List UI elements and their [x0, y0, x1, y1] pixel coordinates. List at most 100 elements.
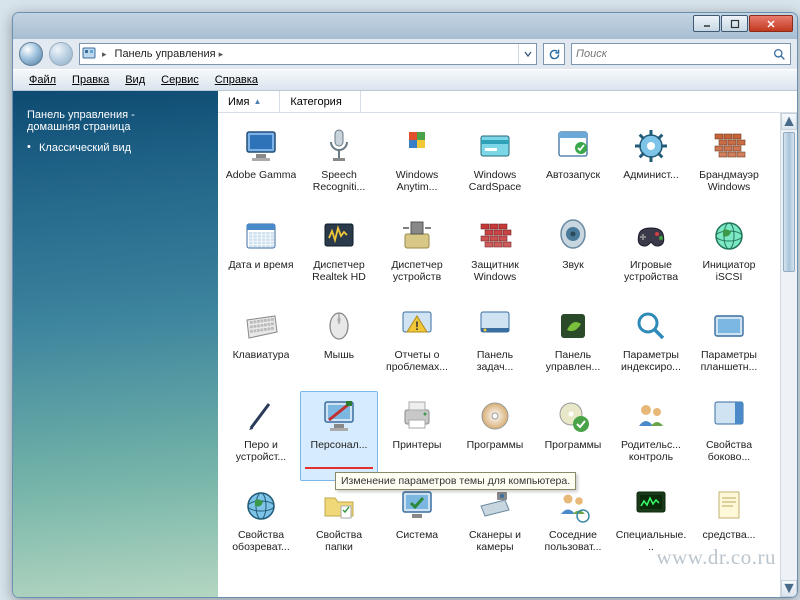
- cp-item-mouse[interactable]: Мышь: [300, 301, 378, 391]
- item-label: Родительс... контроль: [615, 439, 687, 463]
- menu-help[interactable]: Справка: [207, 72, 266, 88]
- cp-item-parental[interactable]: Родительс... контроль: [612, 391, 690, 481]
- cp-item-browser-props[interactable]: Свойства обозреват...: [222, 481, 300, 571]
- close-button[interactable]: [749, 15, 793, 32]
- cp-item-adobe-gamma[interactable]: Adobe Gamma: [222, 121, 300, 211]
- cp-item-scanners[interactable]: Сканеры и камеры: [456, 481, 534, 571]
- breadcrumb-label: Панель управления: [115, 48, 216, 60]
- sidebar-item[interactable]: Классический вид: [27, 139, 206, 157]
- content-area: Панель управления - домашняя страница Кл…: [13, 91, 797, 597]
- item-label: Автозапуск: [546, 169, 600, 181]
- item-label: Соседние пользоват...: [537, 529, 609, 553]
- sidebar-header-line1: Панель управления -: [27, 109, 206, 121]
- cp-item-date-time[interactable]: Дата и время: [222, 211, 300, 301]
- cp-item-admin[interactable]: Специальные...: [612, 481, 690, 571]
- column-category-label: Категория: [290, 96, 341, 108]
- date-time-icon: [241, 216, 281, 256]
- menu-service[interactable]: Сервис: [153, 72, 207, 88]
- cp-item-windows-anytime[interactable]: Windows Anytim...: [378, 121, 456, 211]
- minimize-button[interactable]: [693, 15, 720, 32]
- column-name[interactable]: Имя ▲: [218, 91, 280, 112]
- item-label: Сканеры и камеры: [459, 529, 531, 553]
- tooltip: Изменение параметров темы для компьютера…: [335, 472, 576, 490]
- menubar: Файл Правка Вид Сервис Справка: [13, 69, 797, 91]
- sidebar-header-line2: домашняя страница: [27, 121, 206, 133]
- firewall-icon: [709, 126, 749, 166]
- highlight-underline: [305, 467, 373, 469]
- cp-item-personalization[interactable]: Персонал...: [300, 391, 378, 481]
- windows-anytime-icon: [397, 126, 437, 166]
- search-icon: [768, 48, 790, 61]
- chevron-right-icon: ▸: [219, 49, 224, 60]
- cp-item-default-programs[interactable]: Программы: [534, 391, 612, 481]
- browser-props-icon: [241, 486, 281, 526]
- search-box[interactable]: [571, 43, 791, 65]
- address-bar[interactable]: ▸ Панель управления ▸: [79, 43, 537, 65]
- item-label: Windows CardSpace: [459, 169, 531, 193]
- breadcrumb-control-panel[interactable]: Панель управления ▸: [111, 44, 228, 64]
- scroll-up-button[interactable]: ▲: [781, 113, 797, 130]
- cp-item-printers[interactable]: Принтеры: [378, 391, 456, 481]
- item-label: Свойства обозреват...: [225, 529, 297, 553]
- item-label: Перо и устройст...: [225, 439, 297, 463]
- refresh-button[interactable]: [543, 43, 565, 65]
- breadcrumb-root[interactable]: ▸: [98, 44, 111, 64]
- cp-item-sound[interactable]: Звук: [534, 211, 612, 301]
- cp-item-keyboard[interactable]: Клавиатура: [222, 301, 300, 391]
- maximize-button[interactable]: [721, 15, 748, 32]
- cp-item-game-controllers[interactable]: Игровые устройства: [612, 211, 690, 301]
- item-label: Защитник Windows: [459, 259, 531, 283]
- menu-edit[interactable]: Правка: [64, 72, 117, 88]
- cp-item-problem-reports[interactable]: !Отчеты о проблемах...: [378, 301, 456, 391]
- column-category[interactable]: Категория: [280, 91, 360, 112]
- cp-item-defender[interactable]: Защитник Windows: [456, 211, 534, 301]
- control-panel-window: ▸ Панель управления ▸ Файл Правка Вид Се…: [12, 12, 798, 598]
- cp-item-nvidia-panel[interactable]: Панель управлен...: [534, 301, 612, 391]
- cp-item-iscsi[interactable]: Инициатор iSCSI: [690, 211, 768, 301]
- back-button[interactable]: [19, 42, 43, 66]
- cp-item-speech-recognition[interactable]: Speech Recogniti...: [300, 121, 378, 211]
- scroll-down-button[interactable]: ▼: [781, 580, 797, 597]
- control-panel-icon: [80, 47, 98, 61]
- cp-item-windows-cardspace[interactable]: Windows CardSpace: [456, 121, 534, 211]
- search-input[interactable]: [572, 48, 768, 60]
- forward-button[interactable]: [49, 42, 73, 66]
- menu-file[interactable]: Файл: [21, 72, 64, 88]
- item-label: Adobe Gamma: [226, 169, 297, 181]
- cp-item-admin-tools[interactable]: Админист...: [612, 121, 690, 211]
- cp-item-pen-input[interactable]: Перо и устройст...: [222, 391, 300, 481]
- chevron-right-icon: ▸: [102, 49, 107, 60]
- item-label: Свойства папки: [303, 529, 375, 553]
- realtek-icon: [319, 216, 359, 256]
- item-label: Диспетчер устройств: [381, 259, 453, 283]
- address-dropdown[interactable]: [518, 44, 536, 64]
- cp-item-device-manager[interactable]: Диспетчер устройств: [378, 211, 456, 301]
- nvidia-panel-icon: [553, 306, 593, 346]
- menu-view[interactable]: Вид: [117, 72, 153, 88]
- item-label: Дата и время: [228, 259, 293, 271]
- sidebar-props-icon: [709, 396, 749, 436]
- cp-item-firewall[interactable]: Брандмауэр Windows: [690, 121, 768, 211]
- admin-tools-icon: [631, 126, 671, 166]
- cp-item-network[interactable]: Соседние пользоват...: [534, 481, 612, 571]
- cp-item-sidebar-props[interactable]: Свойства боково...: [690, 391, 768, 481]
- cp-item-sync[interactable]: средства...: [690, 481, 768, 571]
- main-panel: Имя ▲ Категория Adobe Gamma Speech Recogn…: [218, 91, 797, 597]
- mouse-icon: [319, 306, 359, 346]
- cp-item-folder-options[interactable]: Свойства папки: [300, 481, 378, 571]
- cp-item-tablet-settings[interactable]: Параметры планшетн...: [690, 301, 768, 391]
- item-label: Speech Recogniti...: [303, 169, 375, 193]
- cp-item-autorun[interactable]: Автозапуск: [534, 121, 612, 211]
- tablet-settings-icon: [709, 306, 749, 346]
- cp-item-system[interactable]: Система: [378, 481, 456, 571]
- cp-item-realtek[interactable]: Диспетчер Realtek HD: [300, 211, 378, 301]
- scroll-track[interactable]: [781, 130, 797, 580]
- scroll-thumb[interactable]: [783, 132, 795, 272]
- speech-recognition-icon: [319, 126, 359, 166]
- item-label: Программы: [467, 439, 524, 451]
- cp-item-programs-features[interactable]: Программы: [456, 391, 534, 481]
- vertical-scrollbar[interactable]: ▲ ▼: [780, 113, 797, 597]
- cp-item-taskbar[interactable]: Панель задач...: [456, 301, 534, 391]
- folder-options-icon: [319, 486, 359, 526]
- cp-item-index-options[interactable]: Параметры индексиро...: [612, 301, 690, 391]
